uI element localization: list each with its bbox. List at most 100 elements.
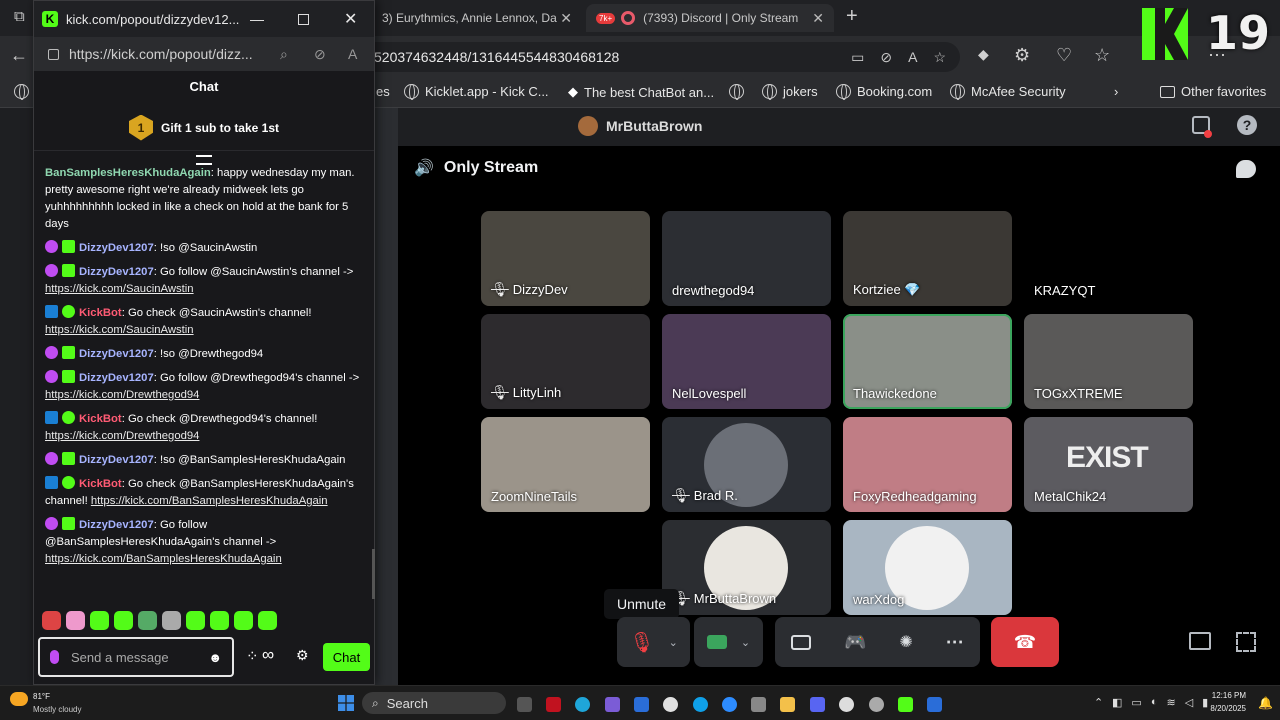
- windows-start-icon[interactable]: [338, 695, 354, 711]
- workspaces-icon[interactable]: ⧉: [14, 8, 25, 25]
- favorites-icon[interactable]: ☆: [1094, 45, 1110, 66]
- weather-desc[interactable]: Mostly cloudy: [33, 705, 81, 714]
- participant-tile[interactable]: drewthegod94: [662, 211, 831, 306]
- chat-username[interactable]: BanSamplesHeresKhudaAgain: [45, 167, 211, 179]
- chat-username[interactable]: DizzyDev1207: [79, 266, 154, 278]
- chat-username[interactable]: DizzyDev1207: [79, 348, 154, 360]
- chat-link[interactable]: https://kick.com/Drewthegod94: [45, 430, 199, 442]
- participant-tile[interactable]: 🎙 LittyLinh: [481, 314, 650, 409]
- bookmark-item[interactable]: es: [376, 84, 390, 99]
- emote-icon[interactable]: [234, 611, 253, 630]
- minimize-icon[interactable]: —: [250, 11, 264, 27]
- scrollbar[interactable]: [372, 549, 375, 599]
- app-icon[interactable]: [634, 697, 649, 712]
- close-icon[interactable]: ✕: [344, 9, 357, 29]
- file-explorer-icon[interactable]: [780, 697, 795, 712]
- participant-tile[interactable]: Thawickedone: [843, 314, 1012, 409]
- close-icon[interactable]: ✕: [812, 10, 824, 27]
- chat-link[interactable]: https://kick.com/Drewthegod94: [45, 389, 199, 401]
- weather-icon[interactable]: [10, 692, 28, 706]
- extension-icon[interactable]: ◆: [978, 46, 989, 63]
- app-icon[interactable]: [693, 697, 708, 712]
- participant-tile[interactable]: 🎙 Brad R.: [662, 417, 831, 512]
- url-field[interactable]: 520374632448/1316445544830468128 ▭ ⊘ A ☆: [360, 42, 960, 72]
- puzzle-icon[interactable]: ⚙: [1014, 45, 1030, 66]
- tab-discord[interactable]: 7k+ (7393) Discord | Only Stream ✕: [586, 4, 834, 32]
- emote-icon[interactable]: [186, 611, 205, 630]
- taskbar-search[interactable]: ⌕ Search: [362, 692, 506, 714]
- store-icon[interactable]: [751, 697, 766, 712]
- back-arrow-icon[interactable]: ←: [10, 45, 28, 66]
- settings-gear-icon[interactable]: ⚙: [296, 647, 309, 664]
- chat-bubble-icon[interactable]: [1236, 160, 1256, 178]
- tray-chevron-icon[interactable]: ⌃: [1094, 696, 1103, 709]
- zoom-app-icon[interactable]: [722, 697, 737, 712]
- bookmark-item[interactable]: Kicklet.app - Kick C...: [404, 84, 549, 100]
- chat-username[interactable]: KickBot: [79, 478, 122, 490]
- bookmark-globe[interactable]: [14, 84, 29, 100]
- chat-username[interactable]: KickBot: [79, 307, 122, 319]
- new-tab-icon[interactable]: +: [846, 5, 858, 28]
- participant-tile[interactable]: 🎙 DizzyDev: [481, 211, 650, 306]
- disconnect-button[interactable]: ☎: [991, 617, 1059, 667]
- popout-url[interactable]: https://kick.com/popout/dizz...: [69, 46, 253, 62]
- emote-icon[interactable]: [90, 611, 109, 630]
- emote-icon[interactable]: [258, 611, 277, 630]
- bookmark-item[interactable]: Booking.com: [836, 84, 932, 100]
- send-chat-button[interactable]: Chat: [323, 643, 370, 671]
- emoji-icon[interactable]: ☻: [208, 650, 222, 665]
- fullscreen-icon[interactable]: [1236, 632, 1256, 652]
- infinity-icon[interactable]: ∞: [262, 645, 274, 665]
- message-input[interactable]: Send a message ☻: [38, 637, 234, 677]
- chat-link[interactable]: https://kick.com/BanSamplesHeresKhudaAga…: [91, 495, 328, 507]
- participant-tile[interactable]: KRAZYQT: [1024, 211, 1193, 306]
- settings-icon[interactable]: [869, 697, 884, 712]
- clock-date[interactable]: 8/20/2025: [1198, 704, 1246, 713]
- favorite-star-icon[interactable]: ☆: [933, 49, 946, 66]
- chat-link[interactable]: https://kick.com/SaucinAwstin: [45, 324, 194, 336]
- soundboard-icon[interactable]: ✺: [899, 632, 912, 652]
- bookmark-item[interactable]: ◆ The best ChatBot an...: [568, 84, 714, 100]
- participant-tile[interactable]: Kortziee 💎: [843, 211, 1012, 306]
- participant-tile[interactable]: NelLovespell: [662, 314, 831, 409]
- participant-tile[interactable]: ZoomNineTails: [481, 417, 650, 512]
- popout-icon[interactable]: [1189, 632, 1211, 650]
- chat-username[interactable]: DizzyDev1207: [79, 242, 154, 254]
- chevron-down-icon[interactable]: ⌄: [741, 636, 750, 649]
- participant-tile[interactable]: FoxyRedheadgaming: [843, 417, 1012, 512]
- mcafee-icon[interactable]: [546, 697, 561, 712]
- read-aloud-icon[interactable]: A: [348, 46, 357, 62]
- app-icon[interactable]: [927, 697, 942, 712]
- participant-tile[interactable]: 🎙 MrButtaBrown: [662, 520, 831, 615]
- copilot-icon[interactable]: [605, 697, 620, 712]
- collections-icon[interactable]: ♡: [1056, 45, 1072, 66]
- kick-app-icon[interactable]: [898, 697, 913, 712]
- emote-icon[interactable]: [66, 611, 85, 630]
- bookmark-item[interactable]: [729, 84, 744, 100]
- teams-icon[interactable]: [810, 697, 825, 712]
- chevron-down-icon[interactable]: ⌄: [669, 636, 678, 649]
- chat-link[interactable]: https://kick.com/SaucinAwstin: [45, 283, 194, 295]
- tracking-icon[interactable]: ⊘: [314, 46, 326, 63]
- close-icon[interactable]: ✕: [560, 10, 572, 27]
- participant-tile[interactable]: warXdog: [843, 520, 1012, 615]
- emote-icon[interactable]: [114, 611, 133, 630]
- weather-temp[interactable]: 81°F: [33, 692, 50, 701]
- chat-username[interactable]: DizzyDev1207: [79, 372, 154, 384]
- muted-mic-icon[interactable]: 🎙: [629, 630, 654, 655]
- collapse-handle-icon[interactable]: [196, 155, 212, 165]
- chat-link[interactable]: https://kick.com/BanSamplesHeresKhudaAga…: [45, 553, 282, 565]
- gift-leaderboard[interactable]: 1 Gift 1 sub to take 1st: [34, 105, 374, 151]
- edge-icon[interactable]: [575, 697, 590, 712]
- maximize-icon[interactable]: [298, 13, 309, 25]
- emote-icon[interactable]: [42, 611, 61, 630]
- video-icon[interactable]: ▭: [851, 49, 864, 66]
- help-icon[interactable]: ?: [1237, 115, 1257, 135]
- bookmark-item[interactable]: jokers: [762, 84, 818, 100]
- participant-tile[interactable]: EXIST MetalChik24: [1024, 417, 1193, 512]
- other-favorites[interactable]: Other favorites: [1160, 84, 1266, 99]
- read-aloud-icon[interactable]: A: [908, 49, 917, 66]
- clock-time[interactable]: 12:16 PM: [1206, 691, 1246, 700]
- chat-username[interactable]: DizzyDev1207: [79, 454, 154, 466]
- chat-username[interactable]: DizzyDev1207: [79, 519, 154, 531]
